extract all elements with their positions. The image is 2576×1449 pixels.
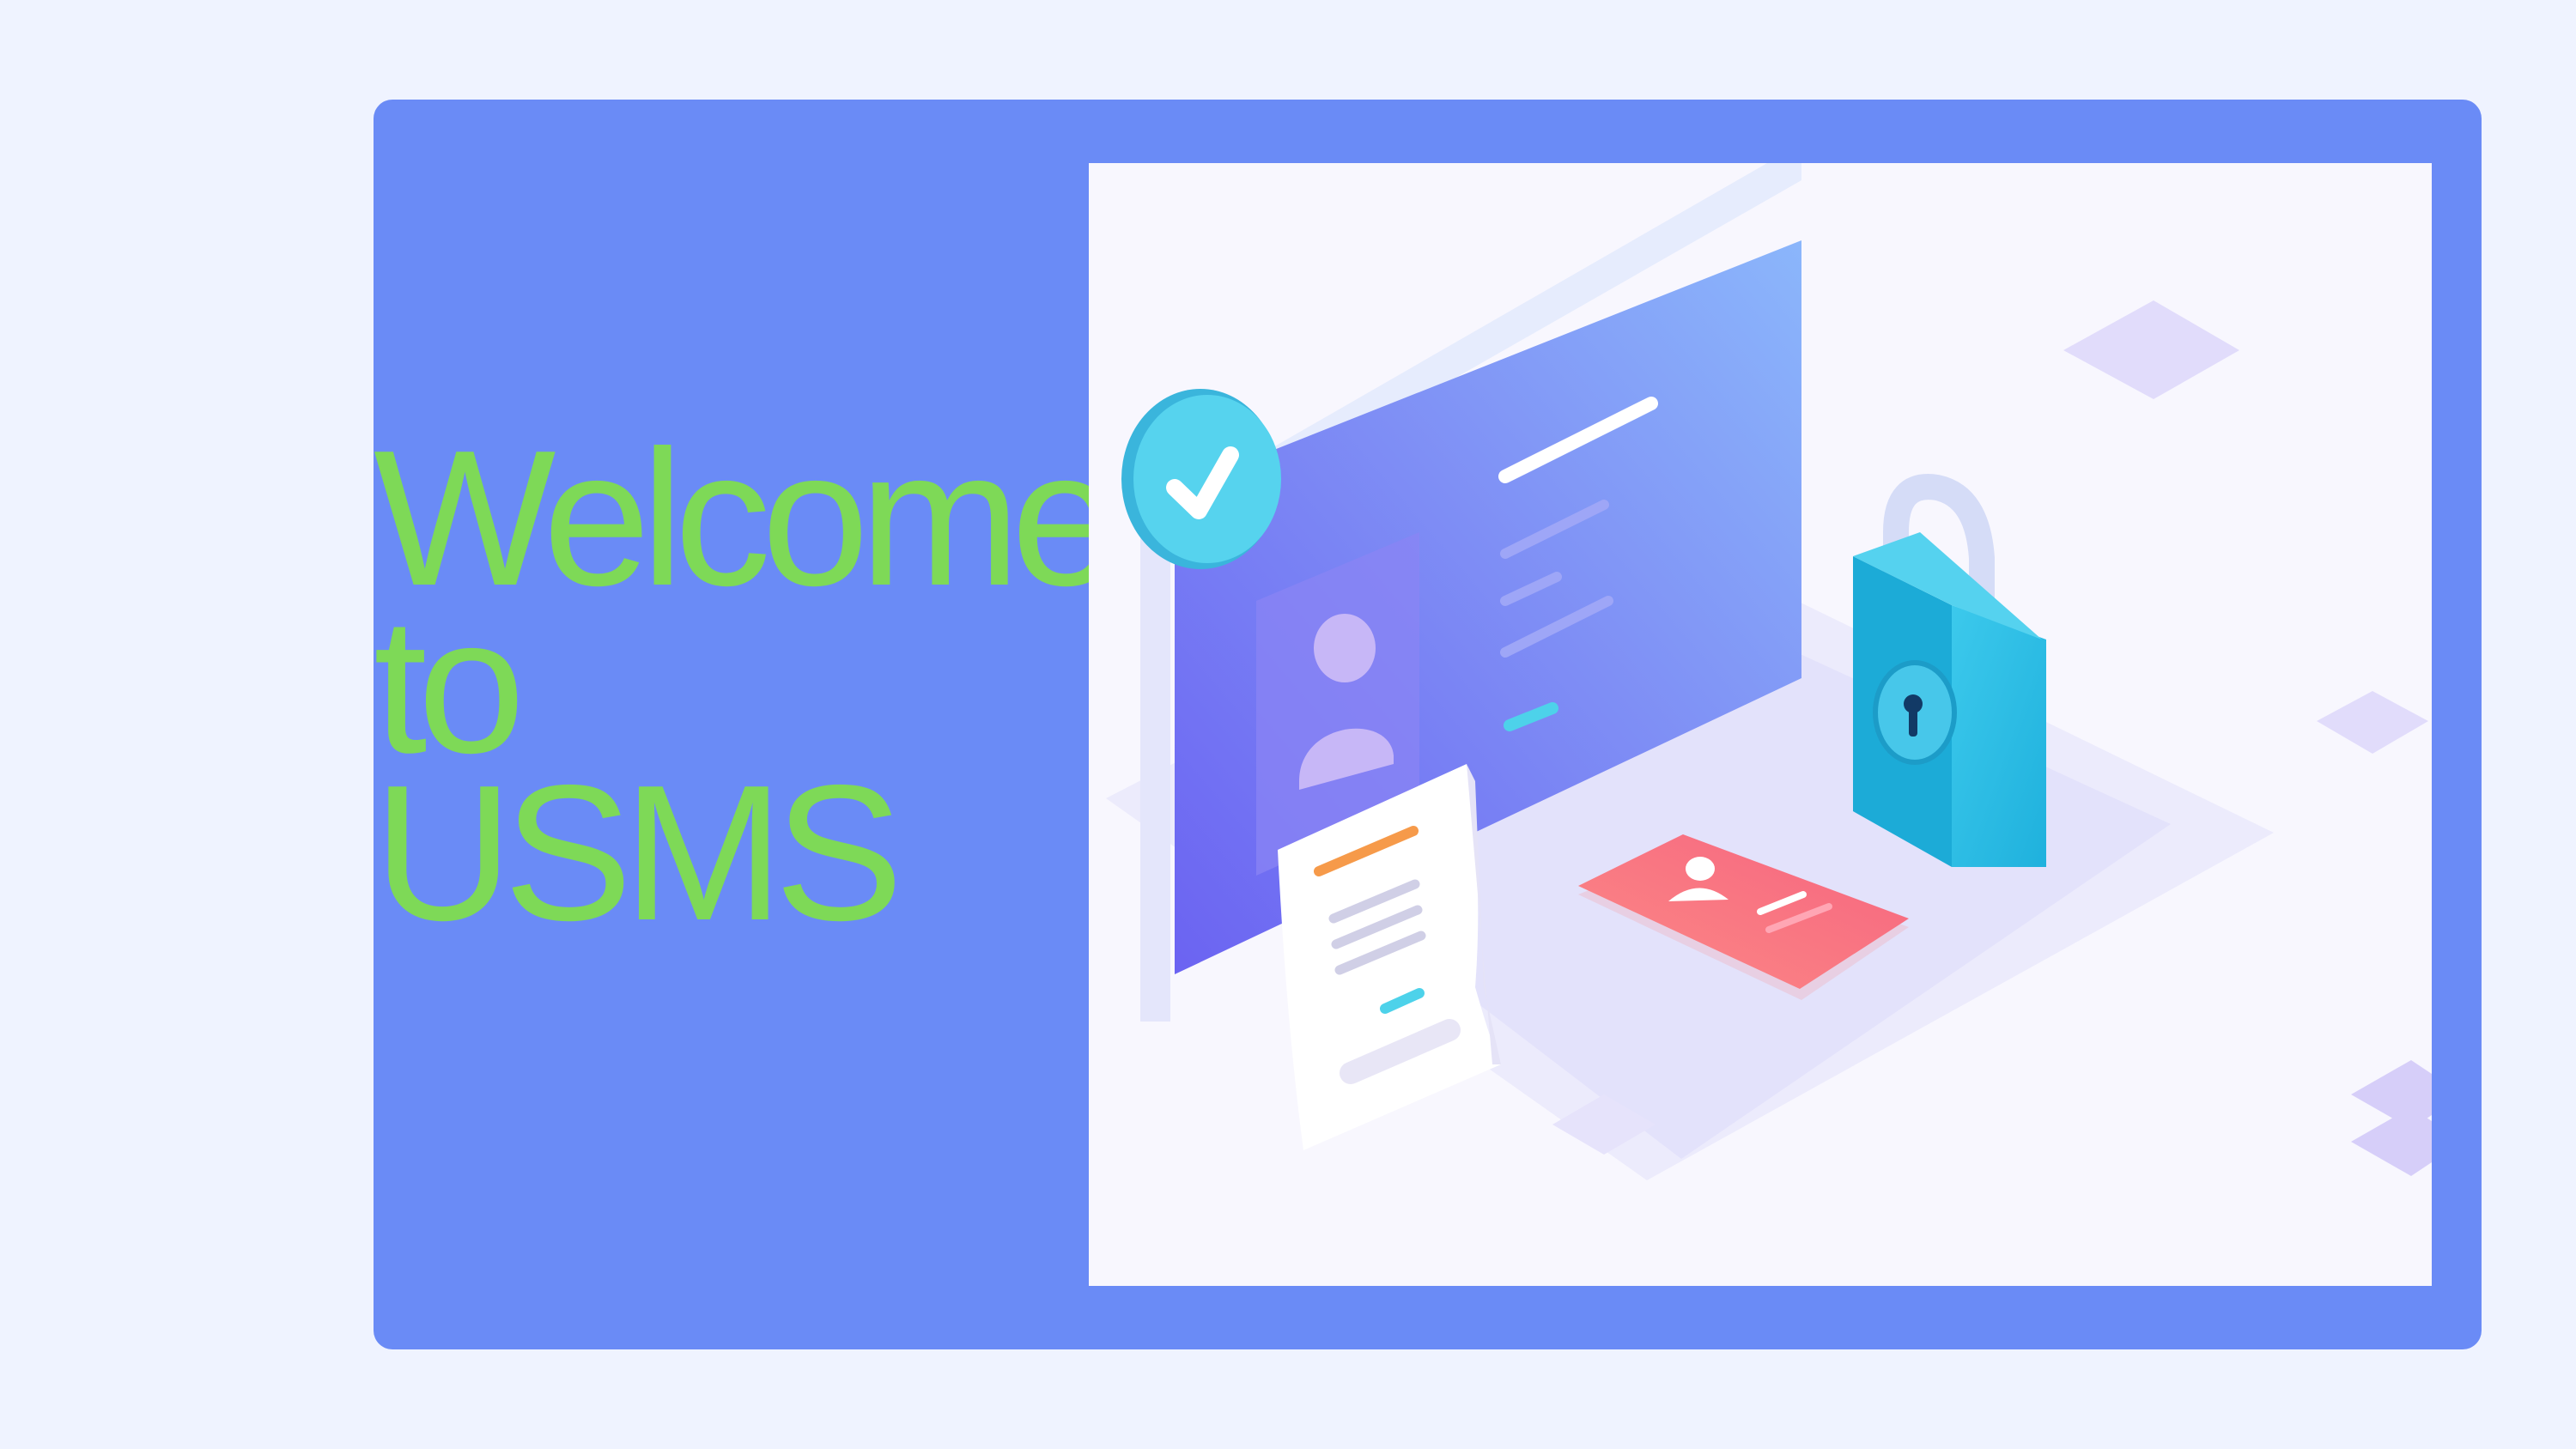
security-illustration (1089, 163, 2432, 1286)
security-illustration-graphic (1106, 163, 2432, 1180)
welcome-line-3: USMS (374, 744, 903, 961)
padlock-icon (1853, 474, 2046, 867)
welcome-card: Welcome to USMS (374, 100, 2482, 1349)
welcome-heading: Welcome to USMS (374, 421, 1119, 961)
